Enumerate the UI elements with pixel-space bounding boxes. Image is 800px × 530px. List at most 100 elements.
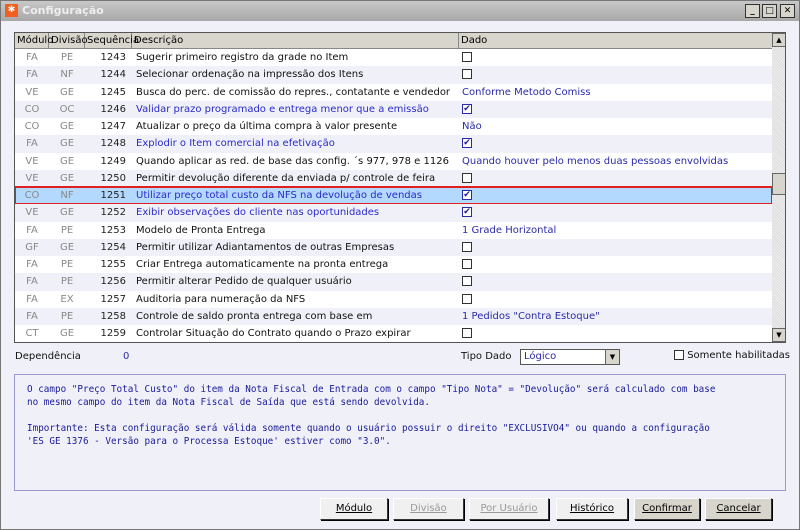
table-row[interactable]: FA EX 1257 Auditoria para numeração da N… <box>15 290 772 308</box>
table-row[interactable]: CO GE 1247 Atualizar o preço da última c… <box>15 118 772 136</box>
configuracao-window: ✱ Configuração _ □ ✕ Módulo Divisão Sequ… <box>0 0 800 530</box>
table-row[interactable]: VE GE 1245 Busca do perc. de comissão do… <box>15 83 772 101</box>
dado-checkbox[interactable] <box>462 293 472 304</box>
somente-habilitadas-checkbox[interactable]: Somente habilitadas <box>674 350 790 361</box>
cell-divisao: NF <box>60 190 74 202</box>
cell-dado[interactable] <box>459 241 772 253</box>
table-row[interactable]: CT GE 1259 Controlar Situação do Contrat… <box>15 325 772 342</box>
window-title: Configuração <box>22 4 104 17</box>
table-row[interactable]: VE GE 1252 Exibir observações do cliente… <box>15 204 772 222</box>
cell-divisao: OC <box>59 103 75 115</box>
cell-modulo: VE <box>25 207 39 219</box>
dado-checkbox[interactable] <box>462 276 472 287</box>
table-row[interactable]: VE GE 1249 Quando aplicar as red. de bas… <box>15 152 772 170</box>
cell-dado[interactable]: ✔ <box>459 138 772 149</box>
table-row[interactable]: FA PE 1258 Controle de saldo pronta entr… <box>15 307 772 325</box>
close-button[interactable]: ✕ <box>780 4 795 18</box>
dado-value: Não <box>462 121 482 133</box>
table-row[interactable]: FA NF 1244 Selecionar ordenação na impre… <box>15 66 772 84</box>
table-row[interactable]: FA GE 1248 Explodir o Item comercial na … <box>15 135 772 153</box>
cell-dado[interactable]: ✔ <box>459 103 772 115</box>
table-row[interactable]: FA PE 1253 Modelo de Pronta Entrega 1 Gr… <box>15 221 772 239</box>
cancelar-button[interactable]: Cancelar <box>705 498 772 520</box>
cell-dado[interactable]: ✔ <box>459 207 772 218</box>
scroll-up-button[interactable]: ▲ <box>772 33 785 47</box>
dado-checkbox[interactable] <box>462 172 472 183</box>
dado-checkbox[interactable]: ✔ <box>462 190 472 201</box>
minimize-button[interactable]: _ <box>745 4 760 18</box>
dado-checkbox[interactable] <box>462 52 472 63</box>
dado-checkbox[interactable] <box>462 241 472 252</box>
col-divisao[interactable]: Divisão <box>49 33 88 48</box>
cell-dado[interactable] <box>459 259 772 270</box>
table-row[interactable]: FA PE 1243 Sugerir primeiro registro da … <box>15 49 772 67</box>
cell-dado[interactable]: 1 Grade Horizontal <box>459 225 772 236</box>
col-descricao[interactable]: Descrição <box>132 33 459 48</box>
cell-dado[interactable]: Não <box>459 121 772 132</box>
cell-dado[interactable] <box>459 328 772 339</box>
dado-checkbox[interactable]: ✔ <box>462 138 472 149</box>
chevron-down-icon[interactable]: ▼ <box>605 350 619 364</box>
por-usuario-button[interactable]: Por Usuário <box>469 498 549 520</box>
cell-dado[interactable]: Conforme Metodo Comiss <box>459 87 772 98</box>
cell-descricao: Modelo de Pronta Entrega <box>136 224 266 236</box>
historico-button[interactable]: Histórico <box>556 498 628 520</box>
cell-descricao: Atualizar o preço da última compra à val… <box>136 121 398 133</box>
somente-habilitadas-label: Somente habilitadas <box>687 350 791 361</box>
dado-checkbox[interactable] <box>462 69 472 80</box>
cell-sequencia: 1243 <box>100 52 126 64</box>
divisao-button[interactable]: Divisão <box>393 498 464 520</box>
cell-sequencia: 1255 <box>100 259 126 271</box>
confirmar-button[interactable]: Confirmar <box>634 498 700 520</box>
cell-divisao: EX <box>60 293 74 305</box>
cell-sequencia: 1256 <box>100 276 126 288</box>
cell-dado[interactable]: Quando houver pelo menos duas pessoas en… <box>459 156 772 167</box>
dado-value: 1 Pedidos "Contra Estoque" <box>462 310 600 322</box>
cell-dado[interactable] <box>459 172 772 184</box>
cell-modulo: CT <box>25 328 39 340</box>
col-modulo[interactable]: Módulo <box>15 33 53 48</box>
tipo-dado-select[interactable]: Lógico ▼ <box>520 349 620 365</box>
cell-dado[interactable] <box>459 52 772 63</box>
scroll-down-button[interactable]: ▼ <box>772 328 785 342</box>
cell-sequencia: 1248 <box>100 138 126 150</box>
table-header: Módulo Divisão Sequência Descrição Dado <box>15 33 772 49</box>
dado-value: Quando houver pelo menos duas pessoas en… <box>462 155 729 167</box>
table-row[interactable]: CO NF 1251 Utilizar preço total custo da… <box>15 185 773 206</box>
cell-dado[interactable] <box>459 69 772 80</box>
cell-divisao: PE <box>60 224 74 236</box>
col-dado[interactable]: Dado <box>459 33 772 48</box>
cell-dado[interactable] <box>459 293 772 305</box>
cell-dado[interactable]: 1 Pedidos "Contra Estoque" <box>459 311 772 322</box>
dado-checkbox[interactable]: ✔ <box>462 103 472 114</box>
vertical-scrollbar[interactable]: ▲ ▼ <box>772 33 785 342</box>
cell-dado[interactable]: ✔ <box>459 190 772 201</box>
modulo-button[interactable]: Módulo <box>320 498 388 520</box>
table-row[interactable]: FA PE 1255 Criar Entrega automaticamente… <box>15 256 772 274</box>
table-row[interactable]: GF GE 1254 Permitir utilizar Adiantament… <box>15 238 772 256</box>
dado-checkbox[interactable]: ✔ <box>462 207 472 218</box>
cell-dado[interactable] <box>459 276 772 287</box>
cell-modulo: FA <box>26 52 38 64</box>
maximize-button[interactable]: □ <box>762 4 777 18</box>
cell-modulo: VE <box>25 155 39 167</box>
cell-modulo: FA <box>26 293 38 305</box>
cell-modulo: CO <box>24 103 40 115</box>
cell-descricao: Permitir alterar Pedido de qualquer usuá… <box>136 276 352 288</box>
cell-descricao: Controlar Situação do Contrato quando o … <box>136 328 411 340</box>
cell-divisao: GE <box>59 207 75 219</box>
cell-sequencia: 1247 <box>100 121 126 133</box>
checkbox-icon[interactable] <box>674 350 684 360</box>
table-row[interactable]: CO OC 1246 Validar prazo programado e en… <box>15 100 772 118</box>
col-sequencia[interactable]: Sequência <box>85 33 139 48</box>
table-row[interactable]: VE GE 1250 Permitir devolução diferente … <box>15 169 772 187</box>
dado-checkbox[interactable] <box>462 259 472 270</box>
cell-sequencia: 1249 <box>100 155 126 167</box>
cell-modulo: FA <box>26 276 38 288</box>
config-table[interactable]: Módulo Divisão Sequência Descrição Dado … <box>14 32 786 343</box>
dado-checkbox[interactable] <box>462 328 472 339</box>
table-row[interactable]: FA PE 1256 Permitir alterar Pedido de qu… <box>15 273 772 291</box>
cell-descricao: Selecionar ordenação na impressão dos It… <box>136 69 364 81</box>
scroll-thumb[interactable] <box>772 173 785 195</box>
cell-modulo: VE <box>25 172 39 184</box>
